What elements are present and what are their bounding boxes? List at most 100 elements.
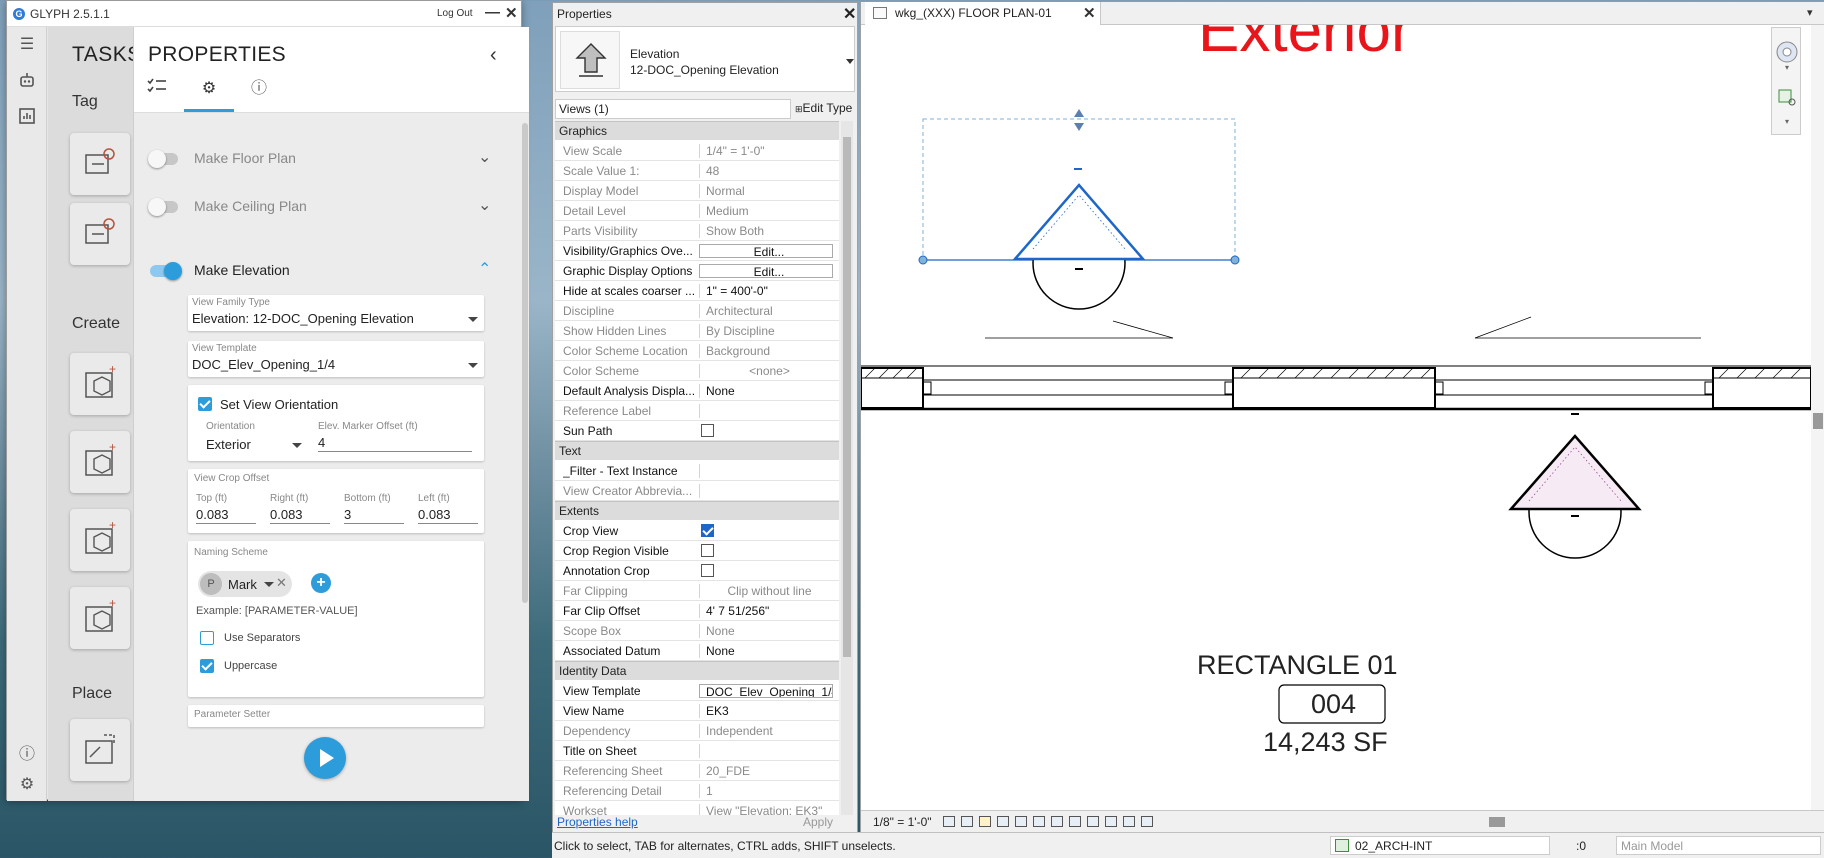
navigation-bar[interactable]: ▾ ▾ xyxy=(1771,27,1801,135)
horizontal-scroll-thumb[interactable] xyxy=(1489,817,1505,827)
scroll-thumb[interactable] xyxy=(1813,413,1823,429)
info-icon[interactable]: ⓘ xyxy=(17,745,37,765)
task-card[interactable] xyxy=(70,203,130,265)
toggle-switch[interactable] xyxy=(148,150,178,168)
prop-value[interactable] xyxy=(699,484,833,498)
prop-value[interactable]: 4' 7 51/256" xyxy=(699,604,833,618)
close-icon[interactable]: ✕ xyxy=(843,4,856,24)
crop-top-input[interactable]: 0.083 xyxy=(196,507,229,522)
task-card[interactable]: + xyxy=(70,431,130,493)
task-card[interactable] xyxy=(70,719,130,781)
checklist-icon[interactable] xyxy=(142,77,172,101)
prop-value[interactable]: None xyxy=(699,384,833,398)
visual-style-icon[interactable] xyxy=(961,816,973,827)
naming-chip[interactable]: P Mark ✕ xyxy=(198,571,292,597)
highlight-displacement-icon[interactable] xyxy=(1123,816,1135,827)
drawing-canvas[interactable]: Exterior RECTANGLE 01 004 14,243 SF ▾ ▾ xyxy=(861,25,1811,810)
group-header[interactable]: Text xyxy=(555,441,839,460)
prop-value[interactable] xyxy=(699,744,833,758)
chevron-up-icon[interactable]: ⌃ xyxy=(478,259,491,279)
close-icon[interactable]: ✕ xyxy=(505,4,518,22)
design-option-selector[interactable]: Main Model xyxy=(1616,836,1821,855)
view-family-type-select[interactable]: View Family Type Elevation: 12-DOC_Openi… xyxy=(188,295,484,331)
run-button[interactable] xyxy=(304,737,346,779)
group-header[interactable]: Extents xyxy=(555,501,839,520)
prop-value[interactable]: 1/4" = 1'-0" xyxy=(699,144,833,158)
toggle-switch[interactable] xyxy=(150,262,182,280)
chevron-down-icon[interactable]: ⌄ xyxy=(478,195,491,215)
prop-value[interactable]: <none> xyxy=(699,364,833,378)
prop-value[interactable]: 20_FDE xyxy=(699,764,833,778)
view-scale[interactable]: 1/8" = 1'-0" xyxy=(873,815,932,829)
properties-help-link[interactable]: Properties help xyxy=(557,815,638,829)
vg-edit-button[interactable]: Edit... xyxy=(699,244,833,258)
view-template-button[interactable]: DOC_Elev_Opening_1/4 xyxy=(699,684,833,698)
toggle-make-elevation[interactable]: Make Elevation ⌃ xyxy=(134,251,514,291)
prop-value[interactable]: 1" = 400'-0" xyxy=(699,284,833,298)
prop-value[interactable]: Background xyxy=(699,344,833,358)
properties-scrollbar[interactable] xyxy=(522,123,528,603)
add-parameter-button[interactable]: + xyxy=(311,573,331,593)
prop-value[interactable]: Show Both xyxy=(699,224,833,238)
lock-3d-icon[interactable] xyxy=(1051,816,1063,827)
apply-button[interactable]: Apply xyxy=(803,815,833,829)
sun-path-checkbox[interactable] xyxy=(701,424,714,437)
crop-bottom-input[interactable]: 3 xyxy=(344,507,351,522)
tab-list-dropdown-icon[interactable]: ▾ xyxy=(1807,6,1813,19)
prop-value[interactable]: 48 xyxy=(699,164,833,178)
robot-icon[interactable] xyxy=(17,71,37,91)
task-card[interactable]: + xyxy=(70,587,130,649)
chart-icon[interactable] xyxy=(17,107,37,127)
prop-value[interactable]: Independent xyxy=(699,724,833,738)
task-card[interactable] xyxy=(70,133,130,195)
scroll-thumb[interactable] xyxy=(843,137,851,657)
sun-path-icon[interactable] xyxy=(979,816,991,827)
crop-view-icon[interactable] xyxy=(1015,816,1027,827)
prop-value[interactable]: By Discipline xyxy=(699,324,833,338)
chevron-down-icon[interactable]: ⌄ xyxy=(478,147,491,167)
reveal-hidden-icon[interactable] xyxy=(1087,816,1099,827)
detail-level-icon[interactable] xyxy=(943,816,955,827)
task-card[interactable]: + xyxy=(70,509,130,571)
grid-scrollbar[interactable] xyxy=(841,121,853,815)
shadows-icon[interactable] xyxy=(997,816,1009,827)
set-view-orientation-checkbox[interactable] xyxy=(198,397,212,411)
analytical-model-icon[interactable] xyxy=(1105,816,1117,827)
task-card[interactable]: + xyxy=(70,353,130,415)
crop-right-input[interactable]: 0.083 xyxy=(270,507,303,522)
info-icon[interactable]: ⓘ xyxy=(244,77,274,101)
prop-value[interactable]: Clip without line xyxy=(699,584,833,598)
prop-value[interactable]: None xyxy=(699,624,833,638)
gdo-edit-button[interactable]: Edit... xyxy=(699,264,833,278)
group-header[interactable]: Graphics xyxy=(555,121,839,140)
settings-icon[interactable]: ⚙ xyxy=(17,775,37,795)
logout-link[interactable]: Log Out xyxy=(437,8,473,19)
prop-value[interactable] xyxy=(699,404,833,418)
elev-marker-offset-input[interactable]: 4 xyxy=(318,435,325,450)
prop-value[interactable]: Architectural xyxy=(699,304,833,318)
prop-value[interactable]: EK3 xyxy=(699,704,833,718)
annotation-crop-checkbox[interactable] xyxy=(701,564,714,577)
reveal-constraints-icon[interactable] xyxy=(1141,816,1153,827)
chevron-left-icon[interactable]: ‹ xyxy=(490,44,497,67)
crop-region-visible-checkbox[interactable] xyxy=(701,544,714,557)
prop-value[interactable] xyxy=(699,464,833,478)
view-vertical-scrollbar[interactable] xyxy=(1811,25,1824,810)
use-separators-checkbox[interactable] xyxy=(200,631,214,645)
close-tab-icon[interactable]: ✕ xyxy=(1083,4,1096,22)
workset-selector[interactable]: 02_ARCH-INT xyxy=(1330,836,1550,855)
views-selector[interactable]: Views (1) xyxy=(555,99,791,119)
temp-hide-icon[interactable] xyxy=(1069,816,1081,827)
remove-chip-icon[interactable]: ✕ xyxy=(276,575,287,591)
prop-value[interactable]: None xyxy=(699,644,833,658)
edit-type-button[interactable]: ⊞Edit Type xyxy=(795,101,852,115)
toggle-make-floor-plan[interactable]: Make Floor Plan ⌄ xyxy=(134,139,514,179)
prop-value[interactable]: Normal xyxy=(699,184,833,198)
toggle-make-ceiling-plan[interactable]: Make Ceiling Plan ⌄ xyxy=(134,187,514,227)
minimize-icon[interactable]: — xyxy=(485,4,500,21)
type-selector[interactable]: Elevation 12-DOC_Opening Elevation xyxy=(555,26,855,92)
crop-left-input[interactable]: 0.083 xyxy=(418,507,451,522)
uppercase-checkbox[interactable] xyxy=(200,659,214,673)
show-crop-region-icon[interactable] xyxy=(1033,816,1045,827)
group-header[interactable]: Identity Data xyxy=(555,661,839,680)
